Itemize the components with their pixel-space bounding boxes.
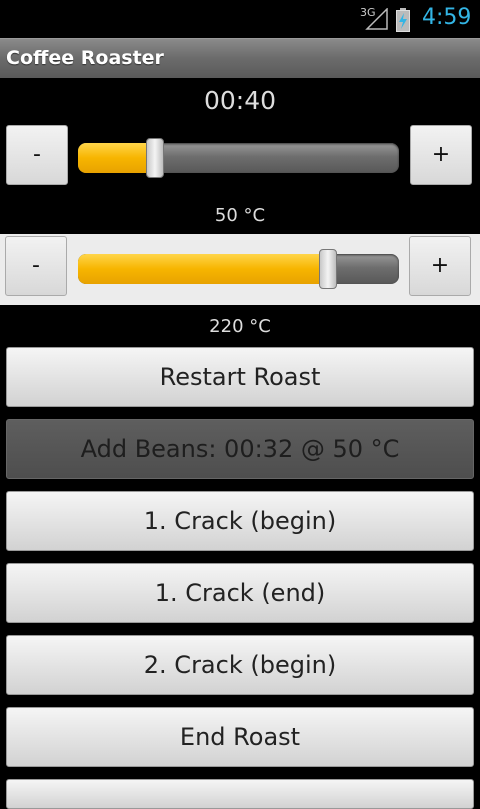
timer-increase-button[interactable]: + [410, 125, 472, 185]
temperature-slider-track[interactable] [78, 254, 399, 284]
next-action-button-partial[interactable] [6, 779, 474, 809]
status-bar: 3G 4:59 [0, 0, 480, 38]
clock: 4:59 [422, 5, 472, 30]
add-beans-button: Add Beans: 00:32 @ 50 °C [6, 419, 474, 479]
battery-charging-icon [396, 8, 410, 32]
first-crack-begin-button[interactable]: 1. Crack (begin) [6, 491, 474, 551]
temperature-slider-thumb[interactable] [319, 249, 338, 289]
restart-roast-button[interactable]: Restart Roast [6, 347, 474, 407]
timer-slider-fill [78, 143, 156, 173]
first-crack-end-button[interactable]: 1. Crack (end) [6, 563, 474, 623]
temperature-slider-fill [78, 254, 329, 284]
app-title: Coffee Roaster [6, 47, 164, 69]
temperature-increase-button[interactable]: + [409, 236, 471, 296]
temperature-decrease-button[interactable]: - [5, 236, 67, 296]
target-temperature: 220 °C [209, 316, 271, 337]
end-roast-button[interactable]: End Roast [6, 707, 474, 767]
timer-slider-thumb[interactable] [146, 138, 165, 178]
timer-display: 00:40 [203, 86, 277, 115]
timer-decrease-button[interactable]: - [6, 125, 68, 185]
timer-slider-track[interactable] [78, 143, 399, 173]
signal-icon [365, 8, 388, 30]
second-crack-begin-button[interactable]: 2. Crack (begin) [6, 635, 474, 695]
current-temperature: 50 °C [214, 205, 266, 226]
app-title-bar: Coffee Roaster [0, 38, 480, 78]
